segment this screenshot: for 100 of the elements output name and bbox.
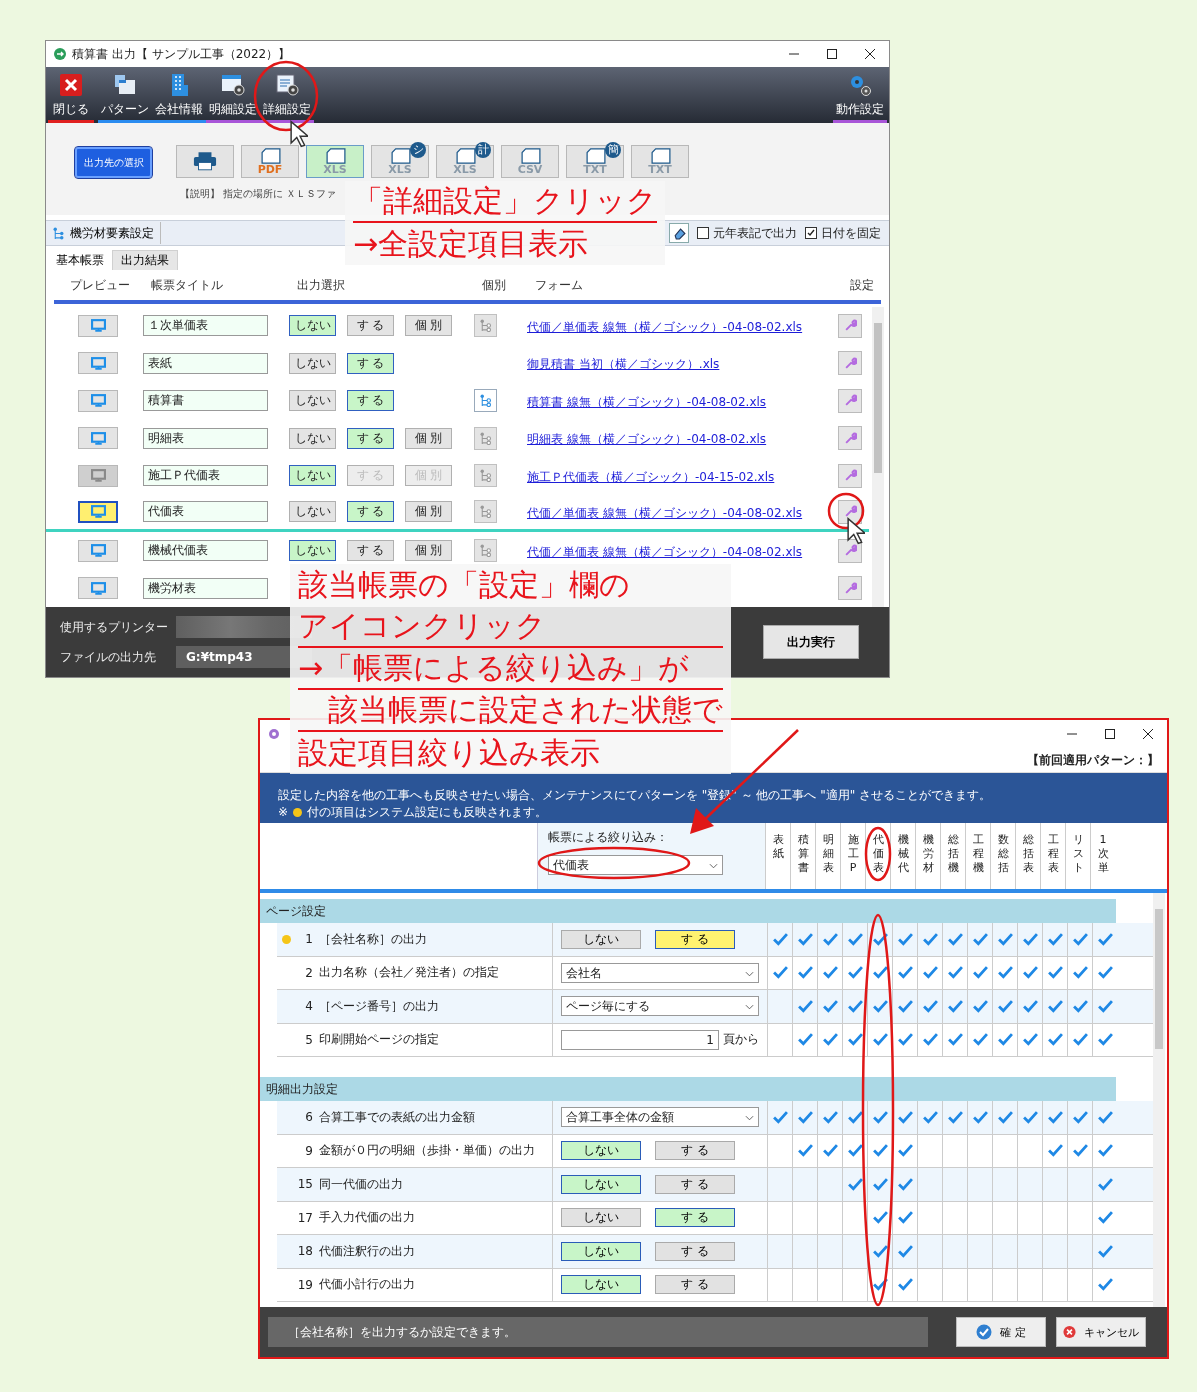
dropdown[interactable]: 会社名 [561,962,759,983]
branch-button[interactable] [474,539,497,563]
choice-button[interactable]: 個 別 [405,427,452,449]
choice-button[interactable]: す る [347,390,394,412]
form-link[interactable]: 代価／単価表 線無（横／ゴシック）-04-08-02.xls [527,319,803,334]
form-link[interactable]: 施工Ｐ代価表（横／ゴシック）-04-15-02.xls [527,469,775,484]
cursor-icon [847,517,865,545]
scrollbar[interactable] [1153,893,1165,1307]
choice-button[interactable]: す る [347,315,394,337]
check-icon [822,1144,838,1158]
output-target-button[interactable]: 出力先の選択 [75,147,152,178]
preview-button[interactable] [78,427,118,450]
form-link[interactable]: 積算書 線無（横／ゴシック）-04-08-02.xls [527,394,767,409]
check-icon [847,966,863,980]
check-icon [922,932,938,946]
checkbox[interactable] [805,227,817,239]
preview-button[interactable] [78,577,118,600]
check-icon [1047,1110,1063,1124]
settings-button[interactable] [838,538,862,563]
title-field[interactable]: 積算書 [143,390,268,412]
choice-button[interactable]: しない [289,540,336,562]
toggle-button[interactable]: す る [655,1174,735,1194]
check-icon [1022,1033,1038,1047]
choice-button[interactable]: しない [289,390,336,412]
setting-label: 合算工事での表紙の出力金額 [319,1108,475,1126]
note-mark: ※ [278,805,289,820]
title-field[interactable]: １次単価表 [143,315,268,337]
preview-button[interactable] [78,352,118,375]
preview-button[interactable] [78,500,118,523]
choice-button[interactable]: しない [289,427,336,449]
dropdown[interactable]: ページ毎にする [561,996,759,1017]
toggle-button[interactable]: す る [655,1275,735,1295]
toggle-button[interactable]: しない [561,929,641,949]
title-field[interactable]: 表紙 [143,352,268,374]
branch-button[interactable] [474,389,497,413]
preview-button[interactable] [78,389,118,412]
file-icon [260,148,282,164]
preview-button[interactable] [78,539,118,562]
maximize-icon[interactable] [827,49,837,59]
choice-button[interactable]: す る [347,427,394,449]
choice-button[interactable]: す る [347,540,394,562]
format-button[interactable]: XLS 計 [436,145,494,178]
form-link[interactable]: 御見積書 当初（横／ゴシック）.xls [527,357,720,372]
form-link[interactable]: 代価／単価表 線無（横／ゴシック）-04-08-02.xls [527,544,803,559]
form-link[interactable]: 代価／単価表 線無（横／ゴシック）-04-08-02.xls [527,505,803,520]
maximize-icon[interactable] [1105,729,1115,739]
branch-button[interactable] [474,426,497,450]
choice-button[interactable]: す る [347,352,394,374]
choice-button[interactable]: しない [289,465,336,487]
cancel-button[interactable]: キャンセル [1056,1317,1146,1347]
title-field[interactable]: 施工Ｐ代価表 [143,465,268,487]
branch-button[interactable] [474,314,497,338]
close-icon[interactable] [1143,729,1153,739]
toggle-button[interactable]: す る [655,1241,735,1261]
close-icon[interactable] [865,49,875,59]
toggle-button[interactable]: す る [655,929,735,949]
eraser-icon [672,226,686,240]
choice-button[interactable]: しない [289,352,336,374]
check-icon [922,1033,938,1047]
checkbox-label[interactable]: 日付を固定 [821,224,881,242]
format-button[interactable]: XLS シ [371,145,429,178]
confirm-button[interactable]: 確 定 [956,1317,1046,1347]
choice-button[interactable]: 個 別 [405,540,452,562]
tab[interactable]: 出力結果 [112,250,178,270]
toggle-button[interactable]: しない [561,1141,641,1161]
unit-label: 頁から [723,1031,759,1049]
preview-button[interactable] [78,314,118,337]
check-icon [1097,1144,1113,1158]
title-field[interactable]: 代価表 [143,501,268,523]
run-button[interactable]: 出力実行 [763,625,859,659]
toggle-button[interactable]: しない [561,1208,641,1228]
toggle-button[interactable]: しない [561,1174,641,1194]
checkbox[interactable] [697,227,709,239]
choice-button[interactable]: しない [289,315,336,337]
choice-button[interactable]: しない [289,501,336,523]
choice-button[interactable]: 個 別 [405,315,452,337]
number-field[interactable]: 1 [561,1029,719,1050]
toggle-button[interactable]: しない [561,1275,641,1295]
choice-button[interactable]: 個 別 [405,501,452,523]
toggle-button[interactable]: す る [655,1141,735,1161]
wrench-icon [843,469,857,483]
filter-dropdown[interactable]: 代価表 [548,855,723,875]
title-field[interactable]: 機労材表 [143,577,268,599]
toggle-button[interactable]: しない [561,1241,641,1261]
checkbox-label[interactable]: 元年表記で出力 [713,224,797,242]
branch-button[interactable] [474,500,497,524]
choice-button[interactable]: す る [347,501,394,523]
format-button[interactable]: TXT 簡 [566,145,624,178]
format-button[interactable] [176,145,234,178]
title-field[interactable]: 明細表 [143,427,268,449]
title-field[interactable]: 機械代価表 [143,540,268,562]
dropdown[interactable]: 合算工事全体の金額 [561,1107,759,1128]
tree-icon [479,394,492,408]
scrollbar[interactable] [872,307,884,607]
form-link[interactable]: 明細表 線無（横／ゴシック）-04-08-02.xls [527,432,767,447]
toggle-button[interactable]: す る [655,1208,735,1228]
eraser-button[interactable] [669,223,689,243]
branch-button[interactable] [474,464,497,488]
folders-icon [113,73,137,97]
check-icon [822,966,838,980]
